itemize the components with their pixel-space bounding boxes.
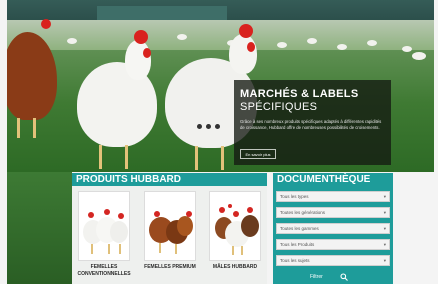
product-select-value: Tous les Produits: [280, 242, 315, 247]
type-select-value: Tous les types: [280, 194, 309, 199]
hero-title: MARCHÉS & LABELS: [240, 88, 359, 100]
chevron-down-icon: ▾: [383, 242, 386, 247]
carousel-dot[interactable]: [206, 124, 211, 129]
product-select[interactable]: Tous les Produits ▾: [276, 239, 390, 250]
filter-button-label: Filtrer: [310, 274, 323, 280]
hero-caption-panel: MARCHÉS & LABELS SPÉCIFIQUES Grâce à ses…: [234, 80, 391, 165]
hero-subtitle: SPÉCIFIQUES: [240, 101, 318, 113]
range-select-value: Toutes les gammes: [280, 226, 319, 231]
range-select[interactable]: Toutes les gammes ▾: [276, 223, 390, 234]
products-title: PRODUITS HUBBARD: [76, 174, 181, 185]
generation-select[interactable]: Toutes les générations ▾: [276, 207, 390, 218]
hero-banner: MARCHÉS & LABELS SPÉCIFIQUES Grâce à ses…: [7, 0, 434, 172]
brown-hens-image: [149, 211, 193, 254]
product-card-conventional[interactable]: [78, 191, 130, 261]
learn-more-button[interactable]: En savoir plus: [240, 149, 276, 159]
documentation-title: DOCUMENTHÈQUE: [277, 174, 371, 185]
left-background: [7, 172, 72, 284]
subject-select[interactable]: Tous les sujets ▾: [276, 255, 390, 266]
chevron-down-icon: ▾: [383, 210, 386, 215]
documentation-header: DOCUMENTHÈQUE: [273, 173, 393, 186]
product-label-males[interactable]: MÂLES HUBBARD: [200, 264, 270, 271]
product-card-males[interactable]: [209, 191, 261, 261]
chevron-down-icon: ▾: [383, 194, 386, 199]
product-label-conventional[interactable]: FEMELLES CONVENTIONNELLES: [69, 264, 139, 278]
mixed-hens-image: [215, 204, 259, 255]
type-select[interactable]: Tous les types ▾: [276, 191, 390, 202]
carousel-dot[interactable]: [215, 124, 220, 129]
product-label-premium[interactable]: FEMELLES PREMIUM: [135, 264, 205, 271]
carousel-dot[interactable]: [197, 124, 202, 129]
barn-background: [7, 0, 434, 22]
generation-select-value: Toutes les générations: [280, 210, 326, 215]
page: MARCHÉS & LABELS SPÉCIFIQUES Grâce à ses…: [0, 0, 438, 284]
subject-select-value: Tous les sujets: [280, 258, 310, 263]
hero-description: Grâce à ses nombreux produits spécifique…: [240, 119, 382, 130]
product-card-premium[interactable]: [144, 191, 196, 261]
white-hens-image: [83, 209, 128, 254]
filter-button[interactable]: Filtrer: [310, 272, 356, 283]
products-header: PRODUITS HUBBARD: [72, 173, 267, 186]
search-icon: [340, 273, 348, 281]
carousel-indicators: [197, 124, 227, 130]
chevron-down-icon: ▾: [383, 226, 386, 231]
chevron-down-icon: ▾: [383, 258, 386, 263]
